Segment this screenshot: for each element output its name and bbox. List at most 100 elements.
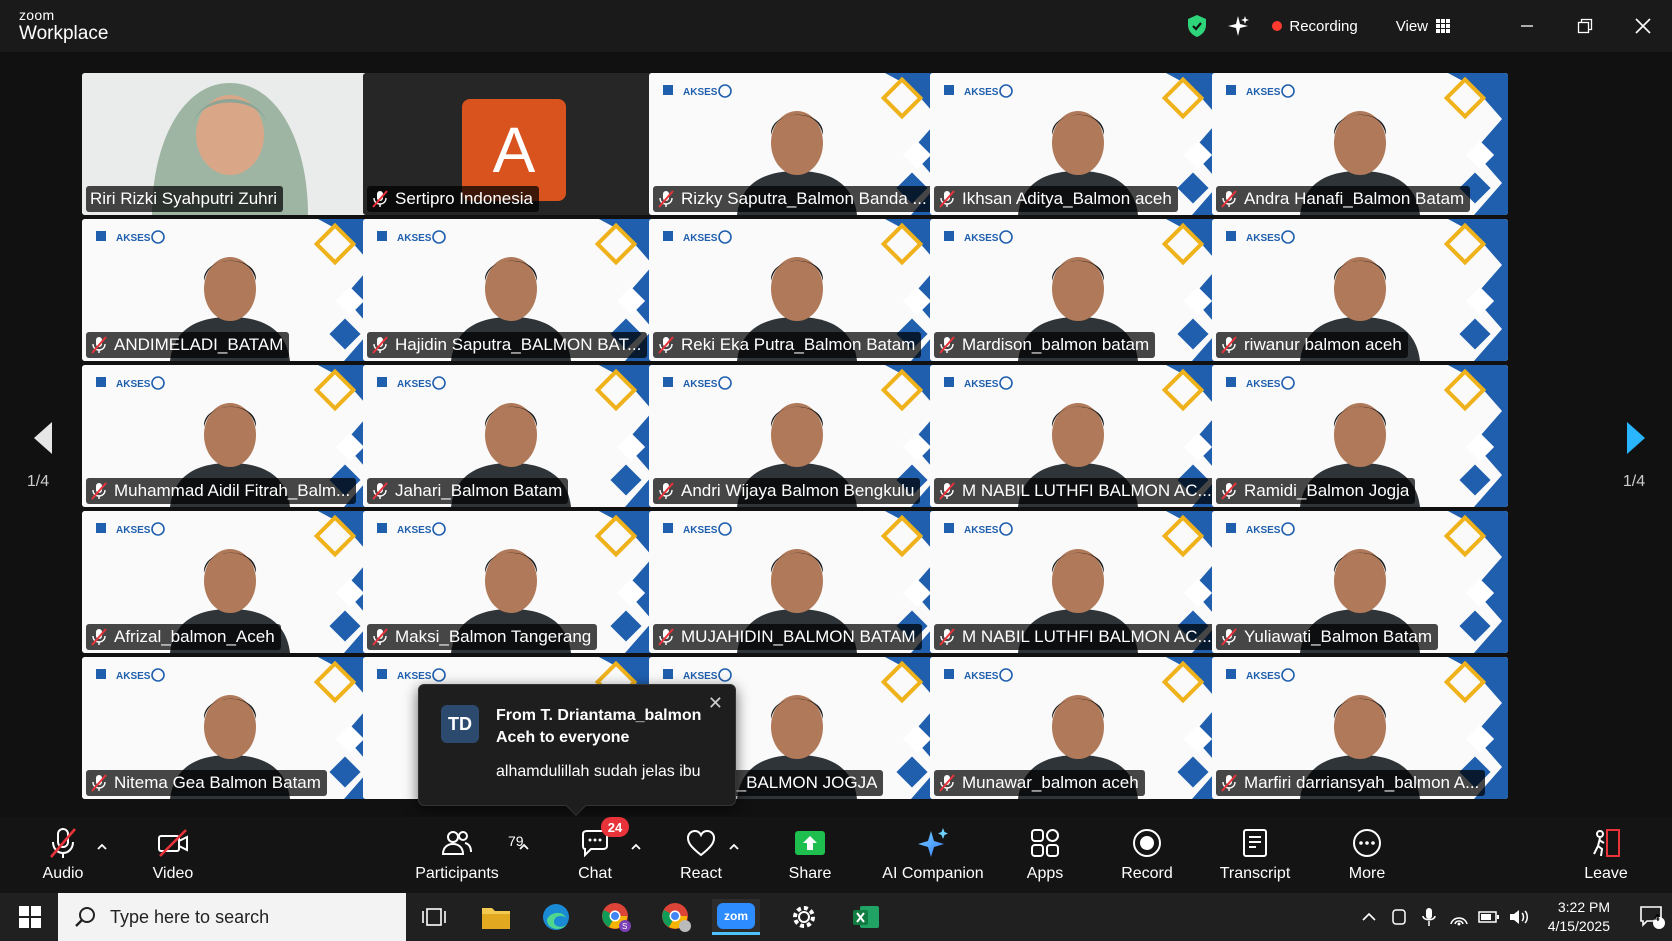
participant-name: riwanur balmon aceh xyxy=(1244,335,1402,354)
notifications-button[interactable]: 4 xyxy=(1632,893,1672,941)
participant-name-tag: Yuliawati_Balmon Batam xyxy=(1216,624,1439,650)
close-toast-button[interactable]: ✕ xyxy=(708,693,723,714)
muted-microphone-icon xyxy=(1221,628,1237,646)
participant-tile[interactable]: AKSES Hajidin Saputra_BALMON BAT... xyxy=(363,219,659,361)
microphone-tray-item[interactable] xyxy=(1414,893,1444,941)
participant-name-tag: Riri Rizki Syahputri Zuhri xyxy=(86,186,284,212)
chrome-button[interactable] xyxy=(652,899,700,935)
taskbar-search-box[interactable]: Type here to search xyxy=(58,893,406,941)
previous-page-button[interactable]: 1/4 xyxy=(8,420,68,491)
battery-tray-item[interactable] xyxy=(1474,893,1504,941)
participant-tile[interactable]: AKSES Muhammad Aidil Fitrah_Balm... xyxy=(82,365,378,507)
restore-button[interactable] xyxy=(1556,0,1614,52)
audio-label: Audio xyxy=(42,865,84,882)
participant-tile[interactable]: AKSES Ikhsan Aditya_Balmon aceh xyxy=(930,73,1226,215)
minimize-button[interactable] xyxy=(1498,0,1556,52)
leave-button[interactable]: Leave xyxy=(1556,825,1656,889)
chat-options-caret-icon[interactable] xyxy=(628,839,644,855)
muted-microphone-icon xyxy=(939,774,955,792)
recording-indicator[interactable]: Recording xyxy=(1272,18,1358,35)
grid-view-icon xyxy=(1436,19,1450,33)
windows-logo-icon xyxy=(19,906,41,928)
taskbar-clock[interactable]: 3:22 PM 4/15/2025 xyxy=(1548,898,1610,936)
chat-notification-toast[interactable]: TD From T. Driantama_balmon Aceh to ever… xyxy=(418,684,736,816)
muted-microphone-icon xyxy=(939,190,955,208)
participant-tile[interactable]: AKSES Marfiri darriansyah_balmon A... xyxy=(1212,657,1508,799)
participant-name-tag: Maksi_Balmon Tangerang xyxy=(367,624,598,650)
participant-tile[interactable]: AKSES MUJAHIDIN_BALMON BATAM xyxy=(649,511,945,653)
participant-tile[interactable]: A Sertipro Indonesia xyxy=(363,73,659,215)
view-button[interactable]: View xyxy=(1396,18,1450,35)
security-shield-icon[interactable] xyxy=(1186,14,1208,38)
excel-button[interactable] xyxy=(842,899,890,935)
participant-tile[interactable]: Riri Rizki Syahputri Zuhri xyxy=(82,73,378,215)
react-button[interactable]: React xyxy=(646,825,756,889)
participant-name: Rizky Saputra_Balmon Banda ... xyxy=(681,189,927,208)
participant-name-tag: Jahari_Balmon Batam xyxy=(367,478,569,504)
participant-tile[interactable]: AKSES riwanur balmon aceh xyxy=(1212,219,1508,361)
zoom-app-icon: zom xyxy=(717,902,755,929)
participants-options-caret-icon[interactable] xyxy=(516,839,532,855)
edge-browser-button[interactable] xyxy=(532,899,580,935)
muted-microphone-icon xyxy=(658,628,674,646)
participant-tile[interactable]: AKSES Mardison_balmon batam xyxy=(930,219,1226,361)
video-button[interactable]: Video xyxy=(118,825,228,889)
muted-microphone-icon xyxy=(939,628,955,646)
participant-tile[interactable]: AKSES Afrizal_balmon_Aceh xyxy=(82,511,378,653)
zoom-app-button[interactable]: zom xyxy=(712,899,760,935)
record-button[interactable]: Record xyxy=(1092,825,1202,889)
participant-tile[interactable]: AKSES Maksi_Balmon Tangerang xyxy=(363,511,659,653)
chat-button[interactable]: 24 Chat xyxy=(540,817,650,889)
start-button[interactable] xyxy=(12,893,48,941)
participant-tile[interactable]: AKSES ANDIMELADI_BATAM xyxy=(82,219,378,361)
chrome-icon: S xyxy=(602,903,631,932)
muted-microphone-icon xyxy=(91,336,107,354)
muted-microphone-icon xyxy=(658,336,674,354)
ai-companion-button[interactable]: AI Companion xyxy=(878,825,988,889)
participant-tile[interactable]: AKSES M NABIL LUTHFI BALMON AC... xyxy=(930,365,1226,507)
brand-top: zoom xyxy=(19,7,55,23)
participant-name: Maksi_Balmon Tangerang xyxy=(395,627,592,646)
transcript-icon xyxy=(1243,829,1267,857)
participant-tile[interactable]: AKSES Andra Hanafi_Balmon Batam xyxy=(1212,73,1508,215)
ai-sparkle-icon[interactable] xyxy=(1226,14,1250,38)
participant-tile[interactable]: AKSES Yuliawati_Balmon Batam xyxy=(1212,511,1508,653)
next-page-button[interactable]: 1/4 xyxy=(1604,420,1664,491)
audio-button[interactable]: Audio xyxy=(8,825,118,889)
transcript-button[interactable]: Transcript xyxy=(1200,825,1310,889)
chat-message: alhamdulillah sudah jelas ibu xyxy=(496,763,701,780)
task-view-button[interactable] xyxy=(410,899,458,935)
participant-tile[interactable]: AKSES Munawar_balmon aceh xyxy=(930,657,1226,799)
audio-options-caret-icon[interactable] xyxy=(94,839,110,855)
close-window-button[interactable] xyxy=(1614,0,1672,52)
sender-avatar: TD xyxy=(441,705,479,743)
participants-button[interactable]: 79 Participants xyxy=(402,825,524,889)
device-tray-item[interactable] xyxy=(1384,893,1414,941)
volume-tray-item[interactable] xyxy=(1504,893,1534,941)
participant-name-tag: Ramidi_Balmon Jogja xyxy=(1216,478,1416,504)
participant-tile[interactable]: AKSES M NABIL LUTHFI BALMON AC... xyxy=(930,511,1226,653)
muted-microphone-icon xyxy=(91,628,107,646)
participant-tile[interactable]: AKSES Ramidi_Balmon Jogja xyxy=(1212,365,1508,507)
share-screen-button[interactable]: Share xyxy=(755,825,865,889)
clock-date: 4/15/2025 xyxy=(1547,918,1610,934)
file-explorer-button[interactable] xyxy=(472,899,520,935)
participants-label: Participants xyxy=(415,865,499,882)
participant-tile[interactable]: AKSES Reki Eka Putra_Balmon Batam xyxy=(649,219,945,361)
participant-tile[interactable]: AKSES Jahari_Balmon Batam xyxy=(363,365,659,507)
apps-button[interactable]: Apps xyxy=(990,825,1100,889)
participant-name: M NABIL LUTHFI BALMON AC... xyxy=(962,481,1212,500)
system-tray: 3:22 PM 4/15/2025 4 xyxy=(1354,893,1672,941)
show-hidden-icons-button[interactable] xyxy=(1354,893,1384,941)
chrome-profile-s-button[interactable]: S xyxy=(592,899,640,935)
more-button[interactable]: More xyxy=(1312,825,1422,889)
participant-tile[interactable]: AKSES Andri Wijaya Balmon Bengkulu xyxy=(649,365,945,507)
record-icon xyxy=(1133,829,1161,857)
participant-name-tag: Munawar_balmon aceh xyxy=(934,770,1145,796)
network-tray-item[interactable] xyxy=(1444,893,1474,941)
participant-tile[interactable]: AKSES Nitema Gea Balmon Batam xyxy=(82,657,378,799)
participant-tile[interactable]: AKSES Rizky Saputra_Balmon Banda ... xyxy=(649,73,945,215)
more-icon xyxy=(1353,829,1381,857)
settings-button[interactable] xyxy=(780,899,828,935)
react-options-caret-icon[interactable] xyxy=(726,839,742,855)
